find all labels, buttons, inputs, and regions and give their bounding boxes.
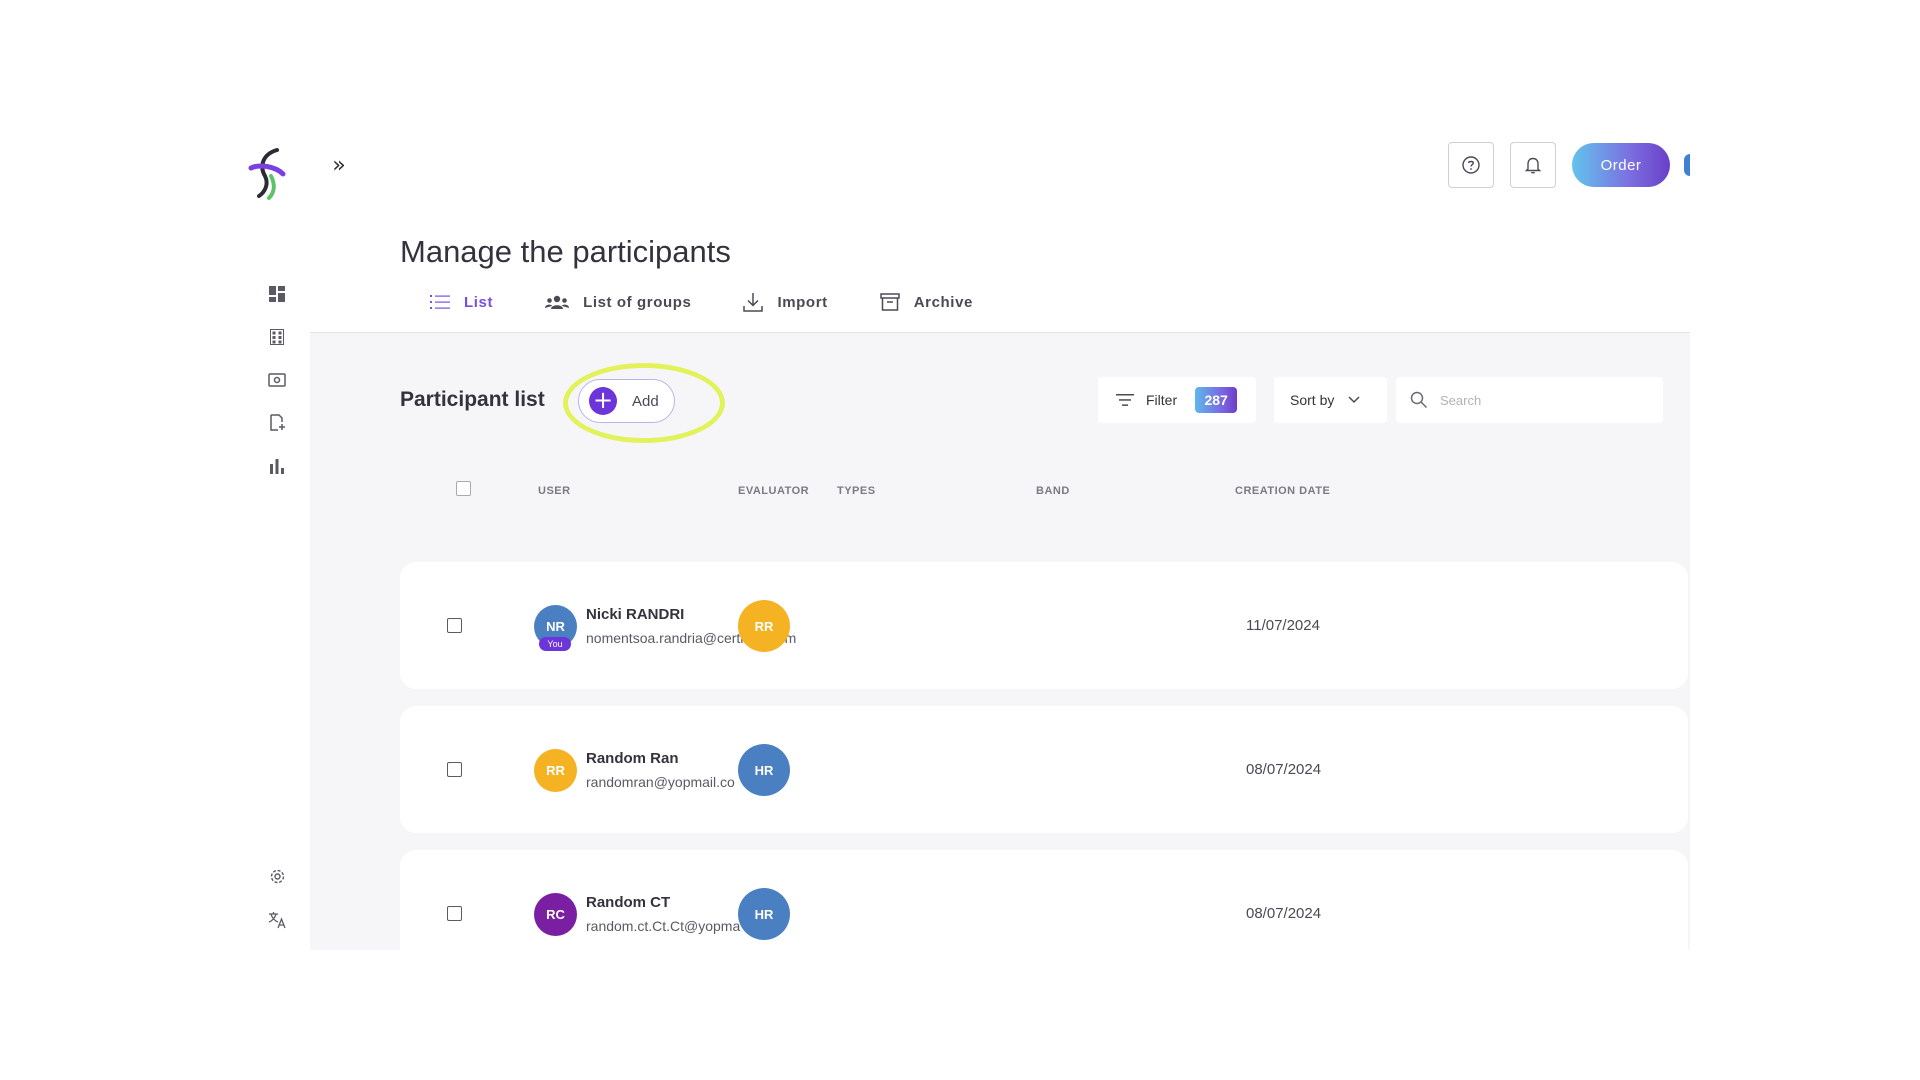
gear-icon[interactable] xyxy=(257,855,297,898)
dashboard-icon[interactable] xyxy=(257,272,297,315)
double-chevron-right-icon[interactable]: » xyxy=(327,154,351,178)
table-row[interactable]: RR Random Ran randomran@yopmail.co HR 08… xyxy=(400,706,1688,833)
column-header-evaluator[interactable]: EVALUATOR xyxy=(738,485,809,497)
table-row[interactable]: NR You Nicki RANDRI nomentsoa.randria@ce… xyxy=(400,562,1688,689)
sidebar-nav xyxy=(257,272,297,487)
order-button[interactable]: Order xyxy=(1572,143,1670,187)
evaluator-avatar[interactable]: HR xyxy=(738,888,790,940)
search-icon xyxy=(1410,391,1428,409)
row-checkbox[interactable] xyxy=(447,762,462,777)
search-field[interactable] xyxy=(1396,377,1663,423)
row-checkbox[interactable] xyxy=(447,618,462,633)
tab-list[interactable]: List xyxy=(430,294,493,311)
chevron-down-icon xyxy=(1348,396,1360,404)
avatar: RC xyxy=(534,893,577,936)
tab-list-of-groups[interactable]: List of groups xyxy=(545,294,691,311)
sort-dropdown[interactable]: Sort by xyxy=(1274,377,1387,423)
document-add-icon[interactable] xyxy=(257,401,297,444)
archive-icon xyxy=(879,293,900,311)
user-name: Random Ran xyxy=(586,750,679,767)
grid-icon[interactable] xyxy=(257,315,297,358)
column-header-band[interactable]: BAND xyxy=(1036,485,1070,497)
search-input[interactable] xyxy=(1440,392,1640,408)
app-logo[interactable] xyxy=(245,146,289,202)
plus-icon: + xyxy=(589,387,617,415)
translate-icon[interactable] xyxy=(257,898,297,941)
page-title: Manage the participants xyxy=(400,234,731,269)
tab-import[interactable]: Import xyxy=(743,292,827,312)
add-participant-button[interactable]: + Add xyxy=(578,379,675,423)
screen-icon[interactable] xyxy=(257,358,297,401)
notification-button[interactable] xyxy=(1510,142,1556,188)
tab-label: List of groups xyxy=(583,293,692,311)
you-badge: You xyxy=(539,637,571,651)
column-header-types[interactable]: TYPES xyxy=(837,485,876,497)
creation-date: 08/07/2024 xyxy=(1246,761,1322,778)
help-circle-icon xyxy=(1462,156,1480,174)
column-header-creation-date[interactable]: CREATION DATE xyxy=(1235,485,1330,497)
tab-label: List xyxy=(464,293,494,311)
user-name: Nicki RANDRI xyxy=(586,606,685,623)
tab-bar: List List of groups Import Archive xyxy=(430,292,1025,312)
participant-list-panel: Participant list + Add Filter 287 Sort b… xyxy=(310,333,1690,950)
help-button[interactable] xyxy=(1448,142,1494,188)
user-name: Random CT xyxy=(586,894,671,911)
select-all-checkbox[interactable] xyxy=(456,481,471,496)
participant-count-badge: 287 xyxy=(1195,387,1238,413)
user-email: random.ct.Ct.Ct@yopma xyxy=(586,918,741,934)
sort-label: Sort by xyxy=(1290,392,1335,408)
group-icon xyxy=(545,294,570,310)
tab-archive[interactable]: Archive xyxy=(879,293,973,311)
filter-label: Filter xyxy=(1146,392,1178,408)
creation-date: 11/07/2024 xyxy=(1246,617,1320,634)
tab-label: Archive xyxy=(913,293,973,311)
sidebar-bottom xyxy=(257,855,297,941)
filter-button[interactable]: Filter 287 xyxy=(1098,377,1256,423)
add-label: Add xyxy=(632,392,659,410)
avatar: RR xyxy=(534,749,577,792)
download-icon xyxy=(743,292,764,312)
evaluator-avatar[interactable]: RR xyxy=(738,600,790,652)
filter-icon xyxy=(1116,394,1134,406)
app-window: » Order Manage the participants List Lis… xyxy=(235,130,1690,950)
bell-icon xyxy=(1525,157,1541,174)
list-icon xyxy=(430,294,450,310)
tab-label: Import xyxy=(777,293,828,311)
row-checkbox[interactable] xyxy=(447,906,462,921)
account-pill[interactable] xyxy=(1684,154,1690,176)
evaluator-avatar[interactable]: HR xyxy=(738,744,790,796)
list-title: Participant list xyxy=(400,388,545,411)
column-header-user[interactable]: USER xyxy=(538,485,571,497)
header-actions: Order xyxy=(1448,142,1690,188)
user-email: randomran@yopmail.co xyxy=(586,774,735,790)
table-row[interactable]: RC Random CT random.ct.Ct.Ct@yopma HR 08… xyxy=(400,850,1688,950)
bar-chart-icon[interactable] xyxy=(257,444,297,487)
creation-date: 08/07/2024 xyxy=(1246,905,1322,922)
